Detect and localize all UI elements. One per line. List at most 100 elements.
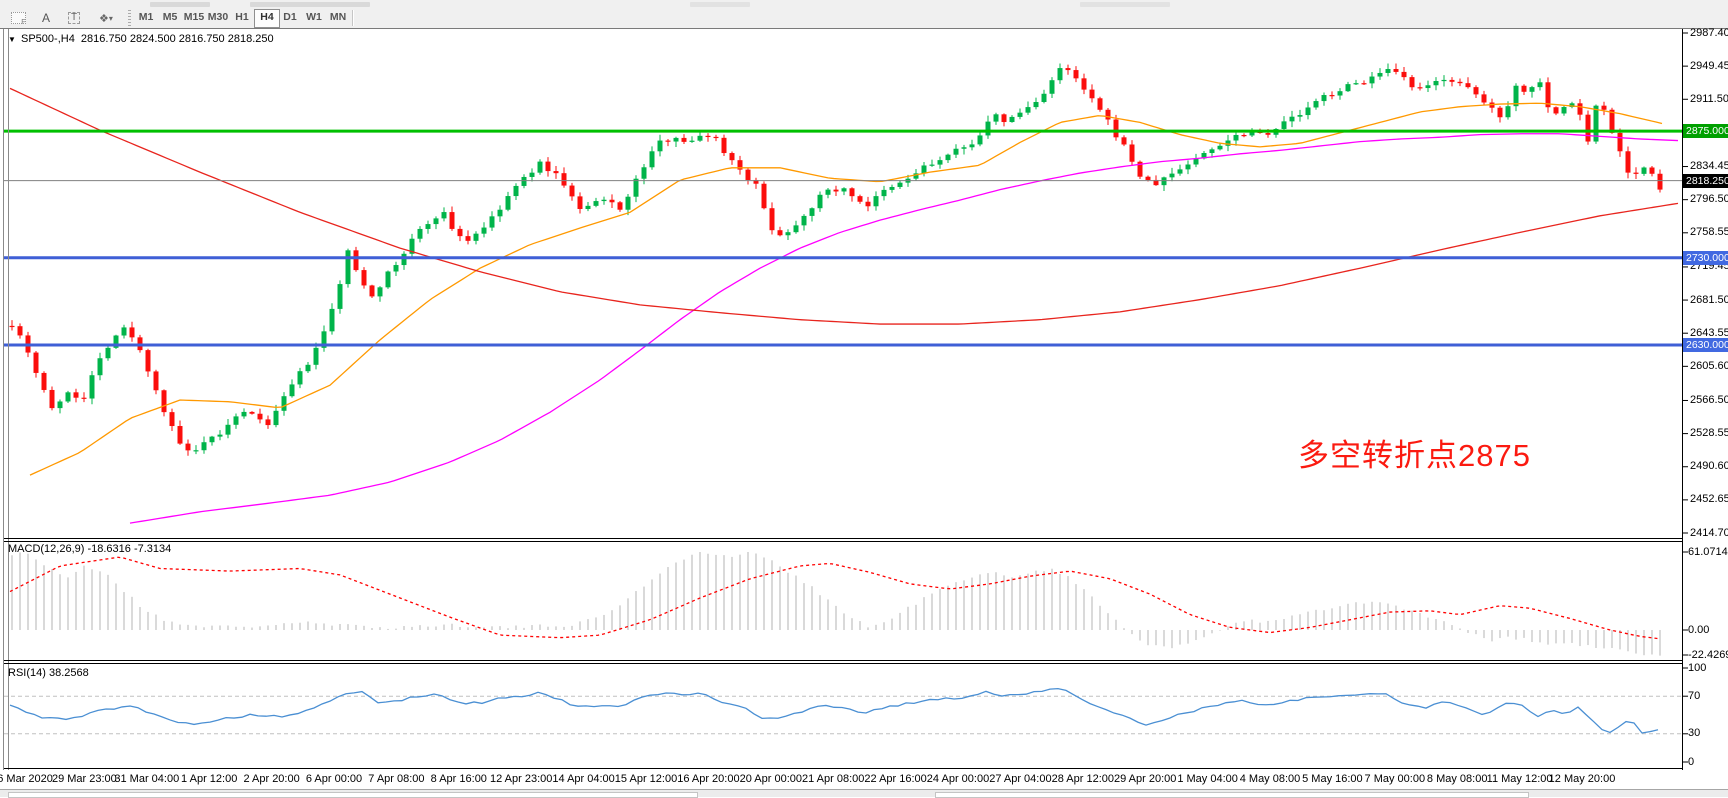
candlestick: [1146, 177, 1151, 180]
price-tick-label: 2681.500: [1690, 294, 1728, 306]
candlestick: [562, 173, 567, 185]
macd-axis-label: 0.00: [1688, 624, 1709, 636]
candlestick: [402, 254, 407, 265]
candlestick: [794, 225, 799, 232]
time-tick-label: 29 Mar 23:00: [52, 773, 117, 785]
candlestick: [730, 153, 735, 160]
candlestick: [170, 412, 175, 426]
time-tick-label: 4 May 08:00: [1240, 773, 1301, 785]
candlestick: [538, 162, 543, 173]
price-tick-label: 2758.550: [1690, 226, 1728, 238]
candlestick: [418, 229, 423, 239]
candlestick: [1482, 94, 1487, 102]
candlestick: [210, 437, 215, 443]
bottom-panel-fragment: [935, 792, 1529, 798]
candlestick: [1554, 107, 1559, 113]
time-tick-label: 1 Apr 12:00: [181, 773, 237, 785]
symbol-dropdown-icon[interactable]: ▼: [8, 35, 16, 44]
candlestick: [226, 425, 231, 435]
candlestick: [1114, 120, 1119, 138]
candlestick: [714, 137, 719, 138]
candlestick: [122, 327, 127, 335]
candlestick: [130, 327, 135, 337]
chart-canvas[interactable]: [0, 0, 1728, 796]
candlestick: [1354, 83, 1359, 84]
candlestick: [338, 284, 343, 309]
price-badge: 2818.250: [1683, 174, 1728, 188]
candlestick: [586, 206, 591, 209]
candlestick: [162, 390, 167, 412]
macd-indicator-label: MACD(12,26,9) -18.6316 -7.3134: [8, 543, 171, 555]
candlestick: [186, 444, 191, 451]
candlestick: [482, 228, 487, 234]
candlestick: [930, 165, 935, 166]
candlestick: [1218, 146, 1223, 150]
candlestick: [1170, 174, 1175, 178]
candlestick: [1346, 84, 1351, 91]
time-tick-label: 6 Apr 00:00: [306, 773, 362, 785]
rsi-axis-label: 0: [1688, 756, 1694, 768]
candlestick: [1082, 78, 1087, 89]
candlestick: [1338, 91, 1343, 95]
time-tick-label: 15 Apr 12:00: [615, 773, 677, 785]
candlestick: [266, 419, 271, 425]
candlestick: [1402, 72, 1407, 77]
candlestick: [818, 195, 823, 208]
candlestick: [1362, 83, 1367, 84]
candlestick: [1650, 167, 1655, 173]
candlestick: [1450, 80, 1455, 82]
price-tick-label: 2414.700: [1690, 527, 1728, 539]
price-tick-label: 2490.600: [1690, 460, 1728, 472]
time-tick-label: 2 Apr 20:00: [243, 773, 299, 785]
candlestick: [802, 216, 807, 225]
candlestick: [1066, 68, 1071, 70]
time-tick-label: 29 Apr 20:00: [1114, 773, 1176, 785]
candlestick: [1090, 90, 1095, 99]
time-tick-label: 27 Apr 04:00: [989, 773, 1051, 785]
candlestick: [946, 155, 951, 160]
candlestick: [1394, 69, 1399, 72]
candlestick: [1314, 101, 1319, 107]
time-tick-label: 14 Apr 04:00: [552, 773, 614, 785]
candlestick: [826, 190, 831, 195]
candlestick: [850, 188, 855, 196]
time-tick-label: 11 May 12:00: [1487, 773, 1553, 785]
time-tick-label: 22 Apr 16:00: [864, 773, 926, 785]
candlestick: [866, 202, 871, 207]
candlestick: [386, 271, 391, 287]
candlestick: [1586, 115, 1591, 142]
candlestick: [770, 208, 775, 230]
candlestick: [1458, 82, 1463, 83]
candlestick: [58, 401, 63, 408]
candlestick: [330, 309, 335, 331]
candlestick: [682, 138, 687, 142]
candlestick: [18, 326, 23, 335]
candlestick: [1058, 68, 1063, 80]
candlestick: [1234, 135, 1239, 141]
candlestick: [1034, 102, 1039, 107]
moving-average-line: [10, 88, 1678, 324]
candlestick: [1634, 173, 1639, 174]
candlestick: [658, 141, 663, 152]
price-tick-label: 2528.550: [1690, 427, 1728, 439]
candlestick: [922, 165, 927, 173]
candlestick: [1242, 135, 1247, 136]
candlestick: [498, 210, 503, 217]
candlestick: [898, 183, 903, 187]
candlestick: [1010, 117, 1015, 122]
candlestick: [522, 177, 527, 186]
price-tick-label: 2911.500: [1690, 93, 1728, 105]
candlestick: [786, 232, 791, 235]
candlestick: [634, 179, 639, 197]
candlestick: [298, 371, 303, 384]
candlestick: [434, 218, 439, 224]
candlestick: [506, 196, 511, 210]
candlestick: [1330, 95, 1335, 96]
candlestick: [1178, 169, 1183, 173]
candlestick: [194, 450, 199, 451]
candlestick: [1266, 133, 1271, 135]
candlestick: [274, 411, 279, 425]
candlestick: [1282, 121, 1287, 129]
time-tick-label: 5 May 16:00: [1302, 773, 1363, 785]
candlestick: [1522, 86, 1527, 92]
